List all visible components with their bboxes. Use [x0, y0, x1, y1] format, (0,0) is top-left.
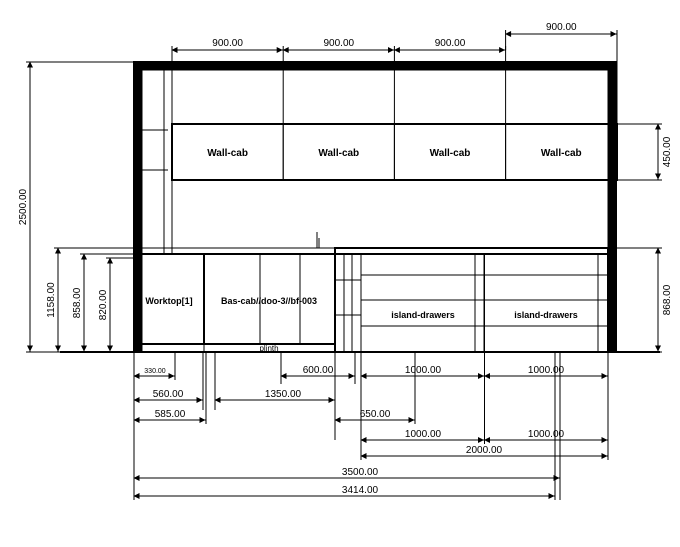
room-outline [134, 62, 616, 352]
dim-bottom: 330.00 600.00 1000.00 1000.00 560.00 135… [134, 352, 608, 500]
tall-panel [164, 70, 172, 254]
dim-2500: 2500.00 [18, 188, 29, 225]
ceiling-slab [134, 62, 616, 70]
dim-wall1: 900.00 [212, 38, 243, 49]
dim-3414: 3414.00 [342, 485, 379, 496]
dim-868: 868.00 [662, 284, 673, 315]
dim-585: 585.00 [155, 409, 186, 420]
wall-cab-2-label: Wall-cab [318, 148, 359, 159]
dim-2000: 2000.00 [466, 445, 503, 456]
plinth-label: plinth [259, 344, 278, 353]
dim-left: 2500.00 1158.00 858.00 820.00 [18, 62, 138, 352]
wall-cab-4-label: Wall-cab [541, 148, 582, 159]
dim-3500: 3500.00 [342, 467, 379, 478]
island [335, 254, 608, 352]
right-wall [608, 62, 616, 352]
dim-858: 858.00 [72, 287, 83, 318]
dim-600: 600.00 [303, 365, 334, 376]
left-wall [134, 62, 142, 352]
island-drawers-right [485, 254, 609, 352]
dim-560: 560.00 [153, 389, 184, 400]
dim-wall4: 900.00 [546, 22, 577, 33]
wall-cab-3-label: Wall-cab [430, 148, 471, 159]
dim-1000c: 1000.00 [405, 429, 442, 440]
dim-1158: 1158.00 [46, 282, 57, 318]
dim-1000a: 1000.00 [405, 365, 442, 376]
dim-wall2: 900.00 [324, 38, 355, 49]
dim-1000d: 1000.00 [528, 429, 565, 440]
dim-330: 330.00 [144, 368, 166, 375]
dim-820: 820.00 [98, 289, 109, 320]
bas-cab-label: Bas-cab//doo-3//bf-003 [221, 296, 317, 306]
island-drawers-left [361, 254, 485, 352]
wall-cab-1-label: Wall-cab [207, 148, 248, 159]
dim-1350: 1350.00 [265, 389, 302, 400]
island-drawers-left-label: island-drawers [391, 310, 455, 320]
elevation-drawing: Wall-cab Wall-cab Wall-cab Wall-cab Work… [0, 0, 680, 547]
dim-450: 450.00 [662, 136, 673, 167]
dim-top-row: 900.00 900.00 900.00 900.00 [172, 22, 617, 124]
island-drawers-right-label: island-drawers [514, 310, 578, 320]
dim-1000b: 1000.00 [528, 365, 565, 376]
dim-wall3: 900.00 [435, 38, 466, 49]
dim-650: 650.00 [360, 409, 391, 420]
worktop-1-label: Worktop[1] [145, 296, 192, 306]
